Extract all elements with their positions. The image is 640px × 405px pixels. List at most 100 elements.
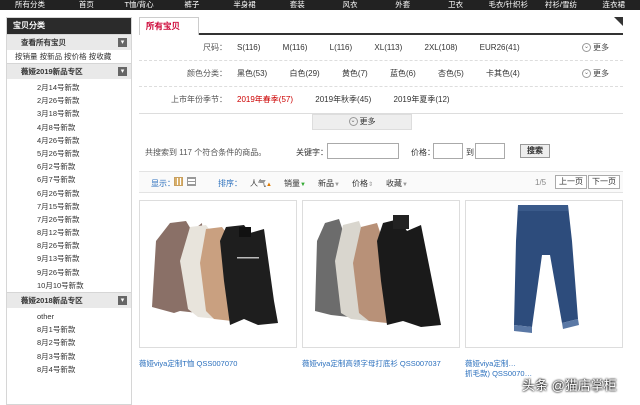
price-to-label: 到 (466, 148, 474, 157)
sidebar-view-all[interactable]: 查看所有宝贝 ▾ (7, 34, 131, 50)
display-label: 显示： (151, 179, 175, 188)
sidebar-group-2019[interactable]: 薇娅2019新品专区 ▾ (7, 63, 131, 79)
sidebar-item[interactable]: 4月26号新款 (7, 134, 131, 147)
filter-option[interactable]: M(116) (283, 35, 308, 61)
grid-view-icon[interactable] (174, 177, 183, 186)
nav-item-hoodies[interactable]: 卫衣 (429, 0, 482, 10)
product-photo-tshirts (152, 221, 278, 325)
nav-item-pants[interactable]: 裤子 (165, 0, 218, 10)
prev-page-button[interactable]: 上一页 (555, 175, 587, 189)
sidebar-item[interactable]: 3月18号新款 (7, 107, 131, 120)
price-label: 价格： (411, 148, 435, 157)
price-min-input[interactable] (433, 143, 463, 159)
product-image[interactable] (465, 200, 623, 348)
sidebar-item[interactable]: 10月10号新款 (7, 279, 131, 292)
sort-option-label: 人气 (250, 179, 266, 188)
sidebar-item[interactable]: 6月7号新款 (7, 173, 131, 186)
nav-item-shirts[interactable]: 衬衫/雪纺 (535, 0, 588, 10)
sidebar-item[interactable]: 2月26号新款 (7, 94, 131, 107)
sidebar-item[interactable]: 8月3号新款 (7, 350, 131, 363)
product-card[interactable]: 薇娅viya定制高领字母打底衫 QSS007037 (302, 200, 460, 390)
filter-more-button[interactable]: ⌄ 更多 (582, 43, 609, 53)
sidebar-group-2018[interactable]: 薇娅2018新品专区 ▾ (7, 292, 131, 308)
nav-item-suits[interactable]: 套装 (271, 0, 324, 10)
filter-option[interactable]: XL(113) (374, 35, 402, 61)
filter-option[interactable]: 白色(29) (289, 61, 319, 87)
sidebar-item[interactable]: 8月4号新款 (7, 363, 131, 376)
sidebar-item[interactable]: 5月26号新款 (7, 147, 131, 160)
sidebar-item[interactable]: 8月26号新款 (7, 239, 131, 252)
search-button[interactable]: 搜索 (520, 144, 550, 158)
nav-item-trench[interactable]: 风衣 (324, 0, 377, 10)
sidebar-item[interactable]: 8月1号新款 (7, 323, 131, 336)
main-header: 所有宝贝 (139, 17, 623, 35)
list-view-icon[interactable] (187, 177, 196, 186)
sort-price[interactable]: 价格⇕ (352, 178, 373, 189)
search-row: 共搜索到 117 个符合条件的商品。 关键字： 价格： 到 搜索 (139, 141, 623, 165)
sidebar-item[interactable]: 4月8号新款 (7, 121, 131, 134)
sidebar-item[interactable]: 2月14号新款 (7, 81, 131, 94)
filter-option[interactable]: 卡其色(4) (486, 61, 520, 87)
sort-option-label: 销量 (284, 179, 300, 188)
filter-option[interactable]: EUR26(41) (480, 35, 520, 61)
product-name[interactable]: 薇娅viya定制高领字母打底衫 QSS007037 (302, 358, 441, 369)
filter-option[interactable]: 黄色(7) (342, 61, 368, 87)
sort-favorites[interactable]: 收藏▼ (386, 178, 408, 189)
sidebar-item[interactable]: other (7, 310, 131, 323)
filter-option[interactable]: 蓝色(6) (390, 61, 416, 87)
nav-item-dresses[interactable]: 连衣裙 (587, 0, 640, 10)
product-image[interactable] (302, 200, 460, 348)
sidebar-group-label: 薇娅2018新品专区 (21, 296, 83, 305)
sidebar-group-label: 薇娅2019新品专区 (21, 67, 83, 76)
top-nav: 所有分类 首页 T恤/背心 裤子 半身裙 套装 风衣 外套 卫衣 毛衣/针织衫 … (0, 0, 640, 10)
chevron-down-icon: ⌄ (348, 117, 358, 127)
sidebar-list-2018: other 8月1号新款 8月2号新款 8月3号新款 8月4号新款 (7, 308, 131, 376)
more-filters-button[interactable]: ⌄ 更多 (312, 114, 412, 130)
tab-all-items[interactable]: 所有宝贝 (139, 17, 199, 35)
filter-option[interactable]: L(116) (330, 35, 353, 61)
sidebar-title: 宝贝分类 (7, 18, 131, 34)
sidebar-item[interactable]: 9月13号新款 (7, 252, 131, 265)
filter-option[interactable]: S(116) (237, 35, 260, 61)
sidebar-item[interactable]: 7月26号新款 (7, 213, 131, 226)
sidebar-item[interactable]: 7月15号新款 (7, 200, 131, 213)
collapse-icon[interactable]: ▾ (118, 67, 127, 76)
sidebar-sort-links[interactable]: 按销量 按新品 按价格 按收藏 (7, 50, 131, 63)
sort-popularity[interactable]: 人气▲ (250, 178, 272, 189)
filter-option[interactable]: 2019年夏季(12) (394, 87, 450, 113)
nav-item-all-categories[interactable]: 所有分类 (0, 0, 60, 10)
sidebar-item[interactable]: 9月26号新款 (7, 266, 131, 279)
product-image[interactable] (139, 200, 297, 348)
product-name[interactable]: 薇娅viya定制T恤 QSS007070 (139, 358, 237, 369)
arrow-up-icon: ▲ (266, 182, 272, 188)
sidebar-item[interactable]: 8月12号新款 (7, 226, 131, 239)
nav-item-tshirts[interactable]: T恤/背心 (113, 0, 166, 10)
corner-decoration (614, 17, 623, 26)
sidebar-item[interactable]: 6月26号新款 (7, 187, 131, 200)
collapse-icon[interactable]: ▾ (118, 296, 127, 305)
chevron-down-icon: ⌄ (582, 43, 591, 53)
product-grid: 薇娅viya定制T恤 QSS007070 薇娅viya定制高领字母打底衫 QSS… (139, 200, 623, 390)
sort-newest[interactable]: 新品▼ (318, 178, 340, 189)
filter-option[interactable]: 杏色(5) (438, 61, 464, 87)
filter-option[interactable]: 2019年秋季(45) (315, 87, 371, 113)
next-page-button[interactable]: 下一页 (588, 175, 620, 189)
filter-more-button[interactable]: ⌄ 更多 (582, 69, 609, 79)
nav-item-coats[interactable]: 外套 (376, 0, 429, 10)
nav-item-home[interactable]: 首页 (60, 0, 113, 10)
filter-option[interactable]: 2019年春季(57) (237, 87, 293, 113)
nav-item-knitwear[interactable]: 毛衣/针织衫 (482, 0, 535, 10)
sort-sales[interactable]: 销量▼ (284, 178, 306, 189)
collapse-icon[interactable]: ▾ (118, 38, 127, 47)
price-max-input[interactable] (475, 143, 505, 159)
sidebar-item[interactable]: 8月2号新款 (7, 336, 131, 349)
filter-values: 黑色(53) 白色(29) 黄色(7) 蓝色(6) 杏色(5) 卡其色(4) (237, 61, 540, 87)
keyword-input[interactable] (327, 143, 399, 159)
product-card[interactable]: 薇娅viya定制T恤 QSS007070 (139, 200, 297, 390)
product-card[interactable]: 薇娅viya定制… 抓毛款) QSS0070… (465, 200, 623, 390)
filter-option[interactable]: 2XL(108) (425, 35, 458, 61)
sidebar-item[interactable]: 6月2号新款 (7, 160, 131, 173)
nav-item-skirts[interactable]: 半身裙 (218, 0, 271, 10)
filter-values: S(116) M(116) L(116) XL(113) 2XL(108) EU… (237, 35, 540, 61)
filter-option[interactable]: 黑色(53) (237, 61, 267, 87)
